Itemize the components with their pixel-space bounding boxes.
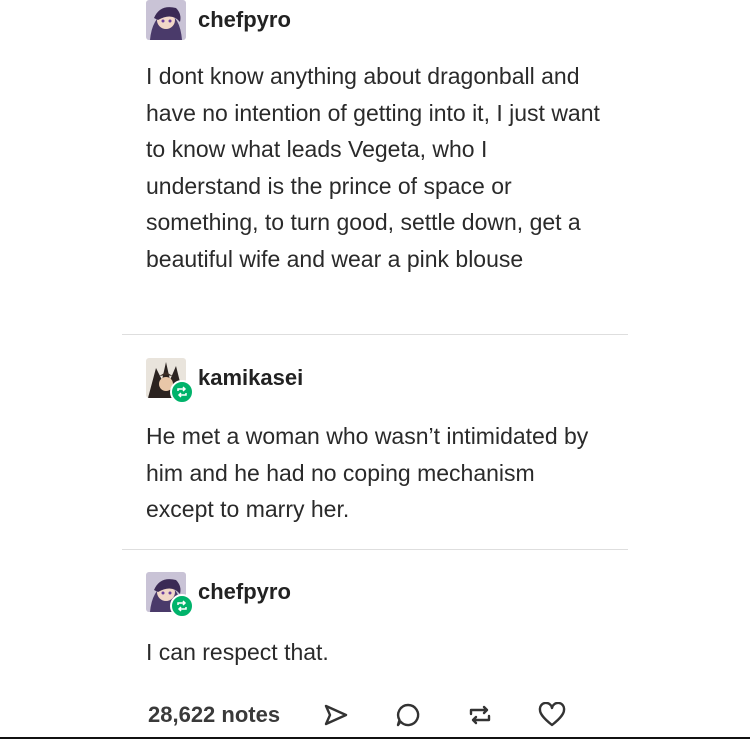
post-header: chefpyro	[122, 0, 628, 40]
post-actions	[320, 699, 568, 731]
avatar-image	[146, 0, 186, 40]
post-reblog: kamikasei He met a woman who wasn’t inti…	[122, 358, 628, 528]
post-reblog: chefpyro I can respect that.	[122, 572, 628, 671]
divider	[122, 549, 628, 550]
post-text: I can respect that.	[146, 639, 329, 665]
post-footer: 28,622 notes	[122, 692, 628, 738]
like-icon[interactable]	[536, 699, 568, 731]
reblog-icon[interactable]	[464, 699, 496, 731]
post-card: chefpyro I dont know anything about drag…	[122, 0, 628, 739]
username[interactable]: chefpyro	[198, 7, 291, 33]
notes-count[interactable]: 28,622 notes	[148, 702, 280, 728]
post-text: I dont know anything about dragonball an…	[146, 63, 600, 272]
divider	[122, 334, 628, 335]
post-original: chefpyro I dont know anything about drag…	[122, 0, 628, 277]
post-header: chefpyro	[122, 572, 628, 618]
post-text: He met a woman who wasn’t intimidated by…	[146, 423, 589, 522]
reblog-badge-icon	[170, 380, 194, 404]
reply-icon[interactable]	[392, 699, 424, 731]
avatar[interactable]	[146, 572, 194, 618]
avatar[interactable]	[146, 0, 186, 40]
avatar[interactable]	[146, 358, 194, 404]
share-icon[interactable]	[320, 699, 352, 731]
username[interactable]: kamikasei	[198, 365, 303, 391]
post-header: kamikasei	[122, 358, 628, 404]
reblog-badge-icon	[170, 594, 194, 618]
username[interactable]: chefpyro	[198, 579, 291, 605]
screenshot: { "posts": [ { "username": "chefpyro", "…	[0, 0, 750, 739]
